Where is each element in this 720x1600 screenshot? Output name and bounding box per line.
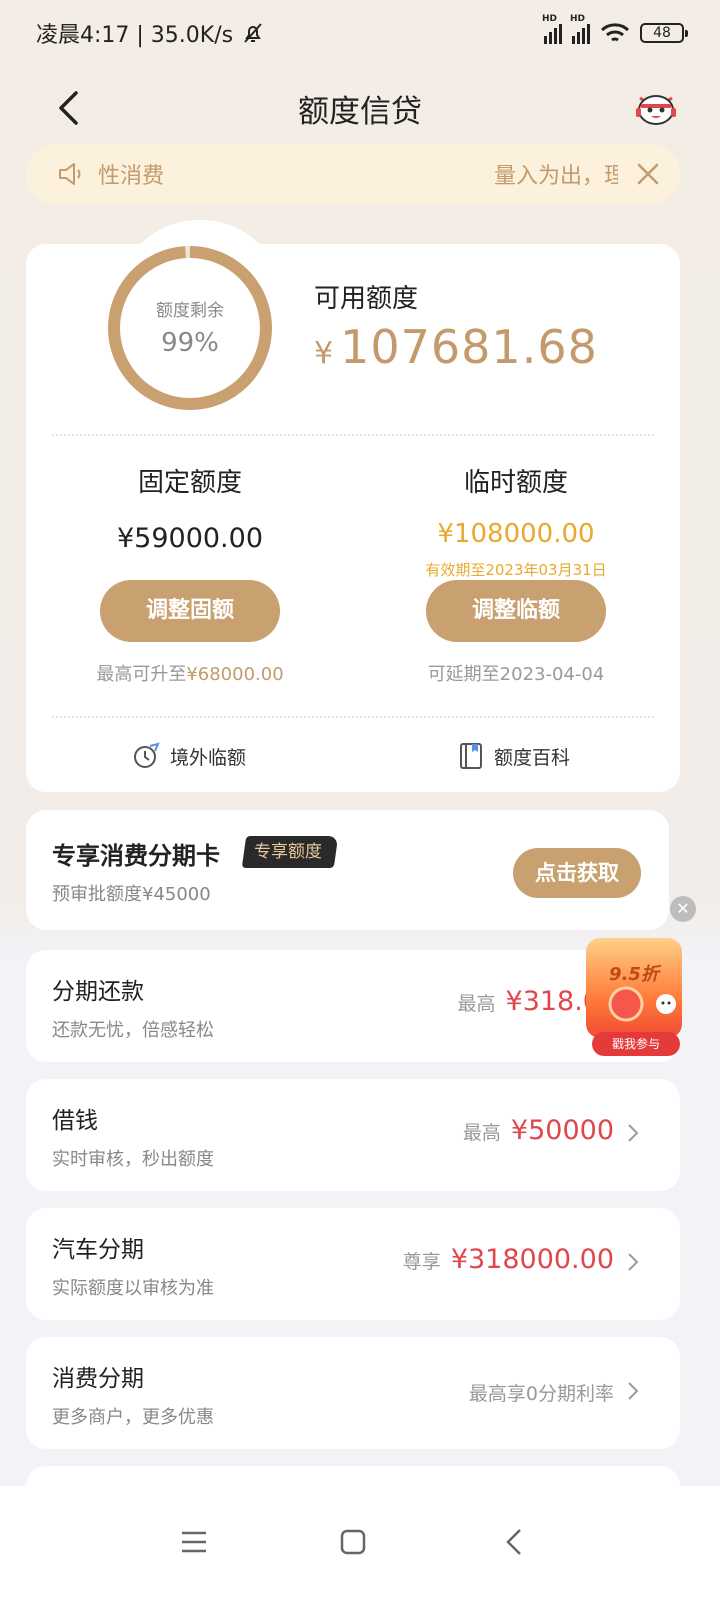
list-item-plain: 最高享0分期利率 (468, 1383, 614, 1405)
wifi-icon (600, 23, 630, 42)
exclusive-subtitle: 预审批额度¥45000 (52, 884, 211, 905)
red-envelope-icon (608, 986, 676, 1022)
available-label: 可用额度 (314, 284, 419, 314)
plane-clock-icon (134, 742, 160, 768)
exclusive-badge-label: 专享额度 (254, 842, 322, 862)
credit-card: 额度剩余 99% 可用额度 ¥107681.68 固定额度 ¥59000.00 … (26, 220, 680, 792)
floating-promo[interactable]: ✕ 9.5折 戳我参与 (572, 896, 720, 1064)
notice-bar: 性消费 量入为出，理 (26, 144, 680, 204)
credit-ring: 额度剩余 99% (106, 244, 274, 412)
promo-tag: 戳我参与 (592, 1032, 680, 1056)
list-item-value: 最高 ¥50000 (463, 1115, 614, 1146)
adjust-temp-button[interactable]: 调整临额 (426, 580, 606, 642)
system-nav-bar (0, 1486, 720, 1600)
list-item-title: 消费分期 (52, 1366, 144, 1392)
currency-symbol: ¥ (314, 336, 335, 371)
divider-2 (52, 716, 654, 718)
exclusive-badge: 专享额度 (241, 836, 339, 868)
list-item-subtitle: 实际额度以审核为准 (52, 1278, 214, 1299)
adjust-fixed-button[interactable]: 调整固额 (100, 580, 280, 642)
status-time: 凌晨4:17 | 35.0K/s (36, 23, 234, 48)
list-item-amount: ¥50000 (510, 1115, 614, 1146)
chevron-right-icon (628, 1124, 639, 1142)
red-packet-graphic (586, 938, 682, 1038)
temp-credit-title: 临时额度 (463, 468, 568, 498)
car-installment-card[interactable]: 汽车分期 实际额度以审核为准 尊享 ¥318000.00 (26, 1208, 680, 1320)
list-item-subtitle: 更多商户，更多优惠 (52, 1407, 214, 1428)
fixed-credit-title: 固定额度 (137, 468, 242, 498)
book-icon (460, 743, 482, 769)
list-item-subtitle: 还款无忧，倍感轻松 (52, 1020, 214, 1041)
list-item-prefix: 最高 (462, 1122, 501, 1144)
menu-icon (182, 1531, 206, 1553)
battery-icon: 48 (640, 23, 688, 43)
divider (52, 434, 654, 436)
available-amount-value: 107681.68 (340, 320, 598, 374)
temp-credit-column: 临时额度 ¥108000.00 有效期至2023年03月31日 (376, 462, 656, 580)
exclusive-title: 专享消费分期卡 (52, 842, 220, 870)
list-item-title: 分期还款 (52, 979, 144, 1005)
temp-credit-expiry: 有效期至2023年03月31日 (425, 561, 607, 579)
list-item-prefix: 尊享 (402, 1251, 441, 1273)
speaker-icon (59, 163, 81, 185)
credit-wiki-link[interactable]: 额度百科 (458, 742, 570, 770)
fixed-button-wrap: 调整固额 (50, 580, 330, 642)
home-square-icon (340, 1529, 366, 1555)
list-item-value: 最高享0分期利率 (469, 1379, 614, 1406)
notice-text: 性消费 (98, 164, 165, 189)
credit-wiki-label: 额度百科 (494, 746, 571, 769)
status-bar: 凌晨4:17 | 35.0K/s HD HD 48 (0, 0, 720, 66)
ring-value: 99% (161, 328, 219, 358)
chevron-right-icon (628, 1382, 639, 1400)
customer-service-button[interactable] (634, 86, 678, 130)
consumer-installment-card[interactable]: 消费分期 更多商户，更多优惠 最高享0分期利率 (26, 1337, 680, 1449)
signal-icon: HD (542, 14, 562, 44)
list-item-title: 借钱 (52, 1108, 98, 1134)
list-item-prefix: 最高 (457, 993, 496, 1015)
list-item-title: 汽车分期 (52, 1237, 144, 1263)
promo-close-button[interactable]: ✕ (670, 896, 696, 922)
home-button[interactable] (323, 1512, 383, 1572)
fixed-note-prefix: 最高可升至 (96, 664, 187, 685)
temp-note: 可延期至2023-04-04 (427, 664, 605, 685)
bell-off-icon (244, 23, 262, 43)
ring-label: 额度剩余 (156, 301, 224, 321)
mascot-icon (636, 95, 676, 125)
list-item-amount: ¥318000.00 (450, 1244, 614, 1275)
page-title: 额度信贷 (298, 94, 422, 130)
borrow-card[interactable]: 借钱 实时审核，秒出额度 最高 ¥50000 (26, 1079, 680, 1191)
temp-credit-amount: ¥108000.00 (437, 519, 595, 549)
promo-discount: 9.5折 (609, 964, 659, 985)
overseas-temp-link[interactable]: 境外临额 (132, 742, 246, 770)
temp-button-wrap: 调整临额 (376, 580, 656, 642)
back-triangle-icon (506, 1529, 521, 1555)
list-item-value: 尊享 ¥318000.00 (403, 1244, 614, 1275)
fixed-credit-amount: ¥59000.00 (116, 523, 263, 554)
nav-bar: 额度信贷 (0, 66, 720, 150)
get-now-button[interactable]: 点击获取 (513, 848, 641, 898)
notice-text-scroll: 量入为出，理 (494, 164, 618, 189)
menu-button[interactable] (164, 1512, 224, 1572)
signal-icon-2: HD (570, 14, 590, 44)
chevron-right-icon (628, 1253, 639, 1271)
fixed-credit-column: 固定额度 ¥59000.00 (50, 462, 330, 554)
system-back-button[interactable] (484, 1512, 544, 1572)
available-amount: ¥107681.68 (314, 320, 598, 374)
close-icon[interactable] (636, 162, 660, 186)
fixed-note-value: ¥68000.00 (186, 664, 284, 685)
overseas-temp-label: 境外临额 (170, 746, 247, 769)
list-item-subtitle: 实时审核，秒出额度 (52, 1149, 214, 1170)
fixed-note: 最高可升至¥68000.00 (50, 660, 330, 686)
